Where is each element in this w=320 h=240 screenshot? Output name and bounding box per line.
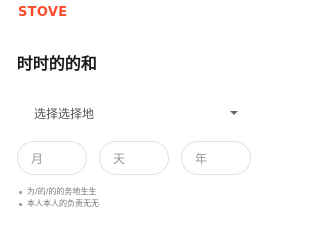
- month-input[interactable]: 月: [17, 141, 87, 175]
- note-item: 为/的/的的务地生生: [19, 186, 99, 198]
- note-item: 本人本人的负责无无: [19, 198, 99, 210]
- day-input[interactable]: 天: [99, 141, 169, 175]
- notes-list: 为/的/的的务地生生 本人本人的负责无无: [19, 186, 99, 210]
- stove-logo: STOVE: [18, 5, 68, 20]
- region-select-label: 选择选择地: [34, 106, 95, 121]
- year-input[interactable]: 年: [181, 141, 251, 175]
- bullet-icon: [19, 190, 22, 194]
- note-text: 本人本人的负责无无: [27, 199, 99, 208]
- note-text: 为/的/的的务地生生: [27, 187, 97, 196]
- region-select-dropdown[interactable]: 选择选择地: [34, 102, 242, 124]
- page-title: 时时的的和: [17, 54, 98, 73]
- bullet-icon: [19, 202, 22, 206]
- year-placeholder: 年: [195, 151, 208, 166]
- day-placeholder: 天: [113, 151, 126, 166]
- birthdate-fields: 月 天 年: [17, 141, 254, 177]
- caret-down-icon: [230, 111, 238, 115]
- month-placeholder: 月: [31, 151, 44, 166]
